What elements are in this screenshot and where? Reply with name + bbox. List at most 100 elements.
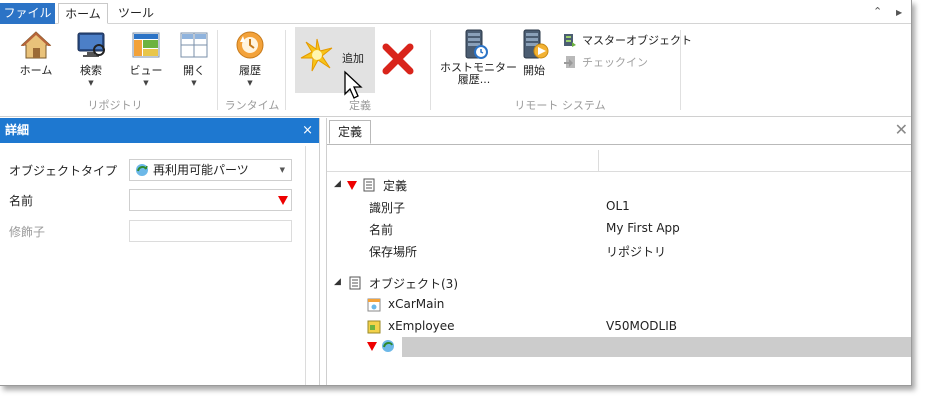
history-button[interactable]: 履歴 ▼ — [230, 30, 270, 87]
details-header: 詳細 × — [0, 118, 319, 143]
add-star-icon — [300, 38, 333, 72]
definition-close-button[interactable]: ✕ — [895, 120, 908, 139]
property-value: My First App — [606, 221, 680, 235]
tab-definition[interactable]: 定義 — [329, 120, 371, 144]
host-monitor-label-2: 履歴... — [457, 73, 491, 86]
chevron-down-icon: ▼ — [247, 79, 253, 87]
object-row[interactable]: xEmployee V50MODLIB — [327, 316, 911, 338]
server-start-icon — [523, 29, 549, 59]
modifier-label: 修飾子 — [9, 225, 46, 239]
name-row: 名前 — [0, 189, 300, 211]
tree-group-definition[interactable]: ◢ 定義 — [327, 174, 911, 196]
column-separator[interactable] — [598, 150, 599, 172]
object-name: xCarMain — [388, 297, 445, 311]
group-label-remote-system: リモート システム — [514, 99, 606, 112]
object-row[interactable]: xCarMain — [327, 294, 911, 316]
property-label: 保存場所 — [369, 245, 418, 259]
object-type-row: オブジェクトタイプ 再利用可能パーツ ▼ — [0, 159, 300, 181]
details-scrollbar[interactable] — [305, 146, 319, 385]
document-icon — [363, 178, 375, 192]
add-label: 追加 — [342, 52, 364, 65]
objects-group-label: オブジェクト(3) — [369, 277, 458, 291]
document-icon — [349, 276, 361, 290]
ribbon-tab-bar: ファイル ホーム ツール ⌃ ▶ — [0, 0, 911, 24]
host-monitor-history-button[interactable]: ホストモニター 履歴... — [440, 28, 517, 86]
reusable-part-icon — [136, 164, 148, 176]
group-separator — [680, 30, 681, 110]
tab-underline — [327, 144, 911, 145]
mouse-cursor-icon — [344, 70, 363, 99]
property-row[interactable]: 保存場所 リポジトリ — [327, 240, 911, 262]
search-label: 検索 — [80, 64, 102, 77]
history-icon — [236, 31, 264, 59]
ribbon-options-icon[interactable]: ▶ — [896, 8, 902, 17]
search-button[interactable]: 検索 ▼ — [72, 30, 110, 87]
reusable-part-icon — [382, 340, 394, 352]
property-row[interactable]: 識別子 OL1 — [327, 196, 911, 218]
required-marker-icon — [347, 181, 357, 190]
check-in-icon — [564, 56, 575, 68]
delete-x-icon — [382, 43, 414, 75]
property-value: OL1 — [606, 199, 630, 213]
object-name: xEmployee — [388, 319, 455, 333]
search-monitor-icon — [77, 32, 105, 57]
master-object-icon — [564, 34, 576, 47]
tab-tools[interactable]: ツール — [112, 3, 160, 24]
object-value: V50MODLIB — [606, 319, 677, 333]
group-label-runtime: ランタイム — [224, 99, 280, 112]
view-button[interactable]: ビュー ▼ — [127, 30, 165, 87]
object-type-select[interactable]: 再利用可能パーツ ▼ — [129, 159, 292, 181]
master-object-label: マスターオブジェクト — [582, 34, 692, 47]
group-label-repository: リポジトリ — [87, 99, 143, 112]
modifier-row: 修飾子 — [0, 220, 300, 242]
ribbon: ホーム 検索 ▼ ビュー ▼ 開く ▼ 履歴 ▼ 追加 ホストモニター 履歴..… — [0, 24, 911, 117]
home-label: ホーム — [19, 64, 53, 77]
details-pane: 詳細 × オブジェクトタイプ 再利用可能パーツ ▼ 名前 修飾子 — [0, 118, 320, 385]
app-window: ファイル ホーム ツール ⌃ ▶ ホーム 検索 ▼ ビュー ▼ 開く ▼ 履歴 … — [0, 0, 912, 386]
open-windows-icon — [180, 32, 208, 58]
chevron-down-icon: ▼ — [191, 79, 197, 87]
tab-file[interactable]: ファイル — [0, 3, 55, 24]
modifier-input[interactable] — [129, 220, 292, 242]
tab-home[interactable]: ホーム — [58, 3, 108, 24]
server-icon — [465, 29, 488, 59]
details-title: 詳細 — [5, 123, 30, 137]
tree-group-objects[interactable]: ◢ オブジェクト(3) — [327, 272, 911, 294]
group-separator — [285, 30, 286, 110]
collapse-icon[interactable]: ◢ — [334, 179, 341, 189]
chevron-down-icon: ▼ — [88, 79, 94, 87]
check-in-label: チェックイン — [582, 56, 648, 69]
open-button[interactable]: 開く ▼ — [175, 30, 213, 87]
required-marker-icon — [367, 342, 377, 351]
required-marker-icon — [278, 196, 288, 205]
form-icon — [367, 298, 381, 312]
name-label: 名前 — [9, 194, 34, 208]
ribbon-collapse-icon[interactable]: ⌃ — [873, 5, 882, 18]
history-label: 履歴 — [239, 64, 261, 77]
property-row[interactable]: 名前 My First App — [327, 218, 911, 240]
group-separator — [217, 30, 218, 110]
object-type-value: 再利用可能パーツ — [153, 163, 249, 177]
delete-button[interactable] — [381, 42, 415, 76]
grid-header — [327, 150, 911, 172]
property-value: リポジトリ — [606, 245, 667, 259]
definition-group-label: 定義 — [383, 179, 408, 193]
name-input[interactable] — [129, 189, 292, 211]
group-label-definition: 定義 — [349, 99, 371, 112]
property-label: 名前 — [369, 223, 394, 237]
new-object-row-input[interactable] — [402, 337, 911, 357]
group-separator — [430, 30, 431, 110]
view-label: ビュー — [129, 64, 163, 77]
collapse-icon[interactable]: ◢ — [334, 277, 341, 287]
object-type-label: オブジェクトタイプ — [9, 164, 118, 178]
reusable-part-icon — [367, 320, 381, 334]
chevron-down-icon: ▼ — [279, 166, 285, 174]
start-button[interactable]: 開始 — [516, 28, 552, 78]
property-label: 識別子 — [369, 201, 406, 215]
view-layout-icon — [132, 32, 160, 58]
chevron-down-icon: ▼ — [143, 79, 149, 87]
home-icon — [20, 31, 52, 59]
details-close-button[interactable]: × — [302, 118, 313, 143]
open-label: 開く — [183, 64, 205, 77]
home-button[interactable]: ホーム — [18, 30, 54, 78]
